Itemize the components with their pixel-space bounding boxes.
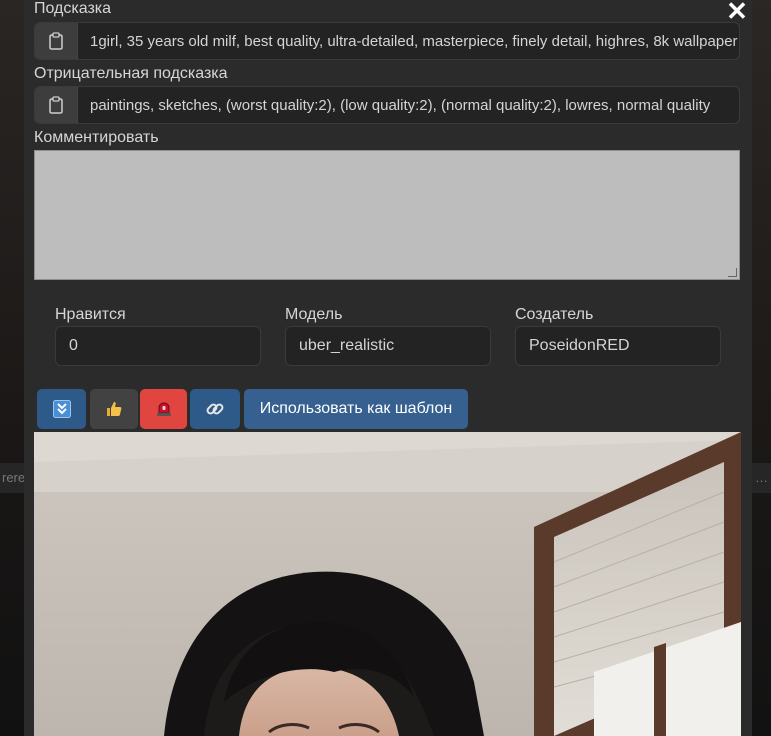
copy-negative-prompt-button[interactable] [35,87,78,123]
background-caption-right: … [752,463,771,493]
generated-image [34,432,741,736]
image-details-modal: ✕ Подсказка 1girl, 35 years old milf, be… [24,0,752,736]
close-icon[interactable]: ✕ [724,0,750,24]
prompt-text: 1girl, 35 years old milf, best quality, … [90,32,738,50]
clipboard-icon [49,96,63,114]
copy-prompt-button[interactable] [35,23,78,59]
download-icon [52,400,71,418]
comment-textarea[interactable] [34,150,740,280]
negative-prompt-text: paintings, sketches, (worst quality:2), … [90,96,711,114]
creator-label: Создатель [515,306,594,323]
link-icon [206,403,224,415]
prompt-label: Подсказка [34,0,112,17]
comment-label: Комментировать [34,129,159,146]
copy-link-button[interactable] [190,389,240,429]
clipboard-icon [49,32,63,50]
creator-value: PoseidonRED [515,326,721,366]
background-right-panel [752,0,771,736]
report-button[interactable] [140,389,187,429]
background-caption-left: rere [0,463,26,493]
resize-handle-icon[interactable] [728,268,737,277]
download-button[interactable] [37,389,86,429]
model-label: Модель [285,306,343,323]
likes-value: 0 [55,326,261,366]
like-button[interactable] [90,389,138,429]
prompt-field[interactable]: 1girl, 35 years old milf, best quality, … [34,22,740,60]
siren-icon [156,402,171,416]
use-as-template-button[interactable]: Использовать как шаблон [244,389,468,429]
model-value: uber_realistic [285,326,491,366]
likes-label: Нравится [55,306,126,323]
background-left-panel [0,0,24,736]
negative-prompt-label: Отрицательная подсказка [34,65,228,82]
negative-prompt-field[interactable]: paintings, sketches, (worst quality:2), … [34,86,740,124]
thumbs-up-icon [107,402,122,416]
generated-image-graphic [34,432,741,736]
